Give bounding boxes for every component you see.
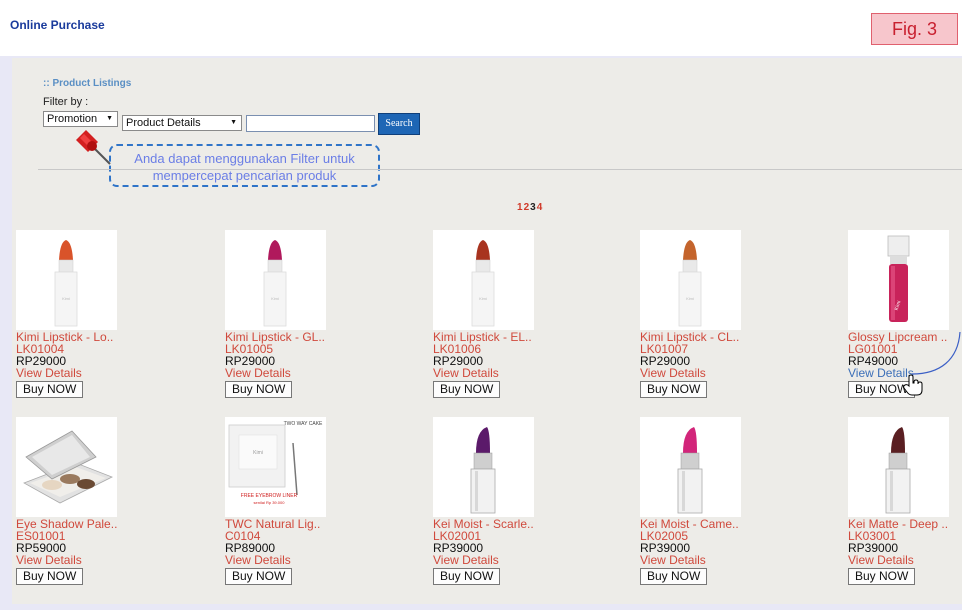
buy-now-button[interactable]: Buy NOW	[640, 381, 708, 398]
product-image[interactable]	[640, 417, 741, 517]
view-details-link[interactable]: View Details	[225, 554, 405, 566]
view-details-link[interactable]: View Details	[16, 554, 196, 566]
product-image[interactable]: Kimi	[16, 230, 117, 330]
product-card: Kei Moist - Scarle.. LK02001 RP39000 Vie…	[433, 417, 613, 585]
product-image[interactable]	[848, 417, 949, 517]
buy-now-button[interactable]: Buy NOW	[225, 568, 293, 585]
tip-line-1: Anda dapat menggunakan Filter untuk	[134, 151, 355, 166]
detail-select[interactable]: Product Details ▼	[122, 115, 242, 131]
page-link-1[interactable]: 1	[517, 202, 523, 213]
buy-now-button[interactable]: Buy NOW	[433, 381, 501, 398]
product-card: Kei Matte - Deep .. LK03001 RP39000 View…	[848, 417, 962, 585]
page-link-4[interactable]: 4	[537, 202, 543, 213]
pushpin-icon	[76, 130, 111, 165]
product-card: Kimi Kimi Lipstick - EL.. LK01006 RP2900…	[433, 230, 613, 398]
product-image[interactable]: Kimi	[848, 230, 949, 330]
detail-select-value: Product Details	[126, 117, 201, 129]
view-details-link[interactable]: View Details	[640, 367, 820, 379]
view-details-link[interactable]: View Details	[433, 554, 613, 566]
product-image[interactable]	[433, 417, 534, 517]
hand-cursor-icon	[903, 374, 923, 396]
header-bar: Online Purchase Fig. 3	[0, 0, 962, 56]
view-details-link[interactable]: View Details	[848, 554, 962, 566]
search-input[interactable]	[246, 115, 375, 132]
product-image[interactable]: Kimi TWO WAY CAKE FREE EYEBROW LINER sen…	[225, 417, 326, 517]
svg-text:FREE EYEBROW LINER: FREE EYEBROW LINER	[241, 493, 298, 499]
view-details-link[interactable]: View Details	[16, 367, 196, 379]
page-link-3[interactable]: 3	[530, 202, 536, 213]
callout-curve	[911, 331, 961, 375]
buy-now-button[interactable]: Buy NOW	[640, 568, 708, 585]
svg-text:Kimi: Kimi	[479, 296, 487, 301]
tip-callout: Anda dapat menggunakan Filter untuk memp…	[109, 144, 380, 187]
product-card: Kimi TWO WAY CAKE FREE EYEBROW LINER sen…	[225, 417, 405, 585]
product-card: Kimi Kimi Lipstick - Lo.. LK01004 RP2900…	[16, 230, 196, 398]
view-details-link[interactable]: View Details	[640, 554, 820, 566]
page-link-2[interactable]: 2	[524, 202, 530, 213]
dropdown-arrow-icon: ▼	[230, 119, 237, 126]
pagination: 1234	[517, 202, 543, 213]
product-card: Kimi Kimi Lipstick - CL.. LK01007 RP2900…	[640, 230, 820, 398]
buy-now-button[interactable]: Buy NOW	[16, 568, 84, 585]
listing-title: :: Product Listings	[43, 78, 132, 89]
dropdown-arrow-icon: ▼	[106, 115, 113, 122]
svg-text:Kimi: Kimi	[253, 450, 263, 456]
svg-text:TWO WAY CAKE: TWO WAY CAKE	[284, 421, 323, 427]
buy-now-button[interactable]: Buy NOW	[848, 568, 916, 585]
product-image[interactable]: Kimi	[225, 230, 326, 330]
product-image[interactable]	[16, 417, 117, 517]
filter-label: Filter by :	[43, 96, 89, 108]
buy-now-button[interactable]: Buy NOW	[433, 568, 501, 585]
product-card: Eye Shadow Pale.. ES01001 RP59000 View D…	[16, 417, 196, 585]
view-details-link[interactable]: View Details	[433, 367, 613, 379]
search-button[interactable]: Search	[378, 113, 420, 135]
figure-label: Fig. 3	[871, 13, 958, 45]
svg-text:Kimi: Kimi	[271, 296, 279, 301]
buy-now-button[interactable]: Buy NOW	[16, 381, 84, 398]
page-title: Online Purchase	[10, 18, 105, 32]
product-image[interactable]: Kimi	[433, 230, 534, 330]
product-card: Kimi Kimi Lipstick - GL.. LK01005 RP2900…	[225, 230, 405, 398]
buy-now-button[interactable]: Buy NOW	[225, 381, 293, 398]
svg-text:Kimi: Kimi	[62, 296, 70, 301]
filter-select[interactable]: Promotion ▼	[43, 111, 118, 127]
svg-text:Kimi: Kimi	[686, 296, 694, 301]
view-details-link[interactable]: View Details	[225, 367, 405, 379]
filter-select-value: Promotion	[47, 113, 98, 125]
divider	[38, 169, 962, 170]
product-card: Kei Moist - Came.. LK02005 RP39000 View …	[640, 417, 820, 585]
svg-text:senilai Rp 39.000: senilai Rp 39.000	[254, 500, 286, 505]
product-image[interactable]: Kimi	[640, 230, 741, 330]
